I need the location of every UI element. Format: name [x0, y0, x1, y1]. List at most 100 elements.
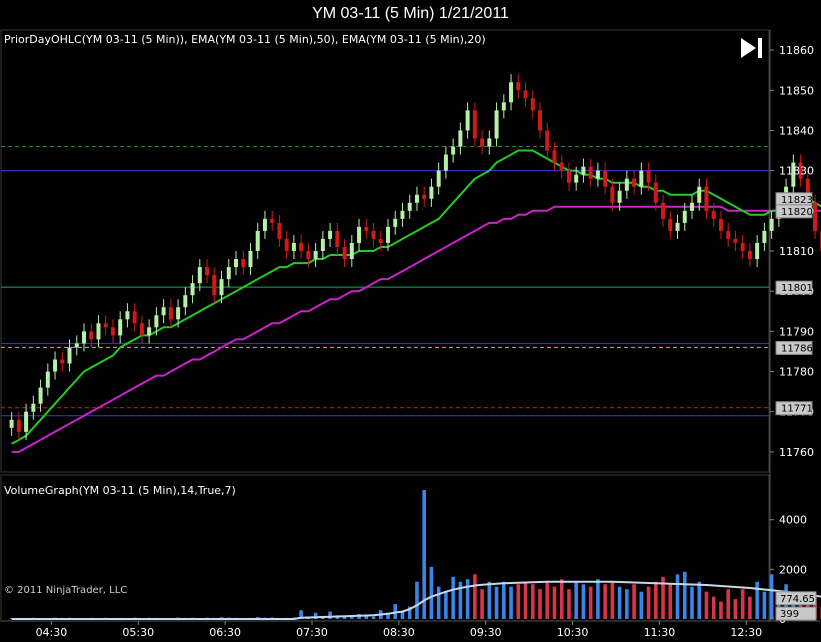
- candle-body: [755, 242, 760, 260]
- candle-body: [443, 154, 448, 171]
- volume-bar: [523, 581, 528, 619]
- volume-bar: [704, 591, 709, 619]
- candle-body: [472, 110, 477, 139]
- candle-body: [371, 230, 376, 239]
- volume-bar: [350, 617, 354, 619]
- candle-body: [299, 242, 304, 251]
- volume-bar: [748, 596, 752, 619]
- candle-body: [154, 315, 159, 328]
- candle-body: [255, 230, 260, 251]
- candle-body: [284, 238, 289, 251]
- candle-body: [530, 98, 535, 111]
- candle-body: [523, 90, 528, 99]
- volume-bar: [755, 581, 759, 619]
- volume-bar: [632, 584, 636, 619]
- candle-body: [711, 210, 716, 219]
- candle-body: [422, 194, 427, 199]
- candle-body: [306, 251, 311, 260]
- candle-body: [197, 267, 202, 284]
- time-tick-label: 12:30: [730, 626, 762, 639]
- candle-body: [291, 242, 296, 251]
- volume-bar: [740, 589, 745, 619]
- candle-body: [480, 138, 485, 147]
- volume-bar: [733, 599, 738, 619]
- candle-body: [103, 323, 108, 328]
- candle-body: [190, 283, 195, 296]
- candle-body: [168, 307, 173, 320]
- volume-bar: [690, 586, 694, 619]
- candle-body: [38, 387, 43, 404]
- chart-area[interactable]: PriorDayOHLC(YM 03-11 (5 Min)), EMA(YM 0…: [0, 28, 821, 642]
- price-tick-label: 11760: [779, 446, 814, 459]
- candle-body: [212, 275, 217, 296]
- volume-bar: [444, 591, 448, 619]
- candle-body: [60, 359, 65, 364]
- volume-bar: [682, 571, 687, 619]
- volume-bar: [429, 566, 434, 619]
- candle-body: [603, 170, 608, 187]
- candle-body: [632, 178, 637, 187]
- volume-bar: [473, 574, 477, 619]
- volume-bar: [588, 586, 593, 619]
- candle-body: [458, 130, 463, 147]
- candle-body: [335, 230, 340, 247]
- volume-bar: [769, 574, 774, 619]
- candle-body: [697, 186, 702, 203]
- candle-body: [610, 186, 615, 203]
- volume-bar: [762, 591, 767, 619]
- candle-body: [89, 331, 94, 340]
- candle-body: [494, 110, 499, 139]
- volume-bar: [625, 589, 629, 619]
- candle-body: [668, 218, 673, 231]
- candle-body: [364, 226, 369, 231]
- candle-body: [386, 226, 390, 243]
- price-tick-label: 11860: [779, 44, 814, 57]
- candle-body: [241, 259, 246, 268]
- volume-bar: [451, 576, 455, 619]
- candle-body: [328, 230, 333, 239]
- candle-body: [414, 194, 419, 203]
- candle-body: [67, 347, 72, 364]
- volume-bar: [719, 601, 723, 619]
- candle-body: [545, 130, 550, 151]
- time-tick-label: 04:30: [36, 626, 68, 639]
- candle-body: [277, 222, 282, 239]
- price-indicator-label: PriorDayOHLC(YM 03-11 (5 Min)), EMA(YM 0…: [4, 33, 486, 46]
- candle-body: [740, 242, 745, 251]
- candle-body: [82, 331, 86, 344]
- volume-bar: [726, 589, 730, 619]
- volume-bar: [415, 581, 419, 619]
- price-panel[interactable]: [0, 29, 770, 473]
- time-tick-label: 06:30: [209, 626, 241, 639]
- candle-body: [581, 166, 586, 175]
- candle-body: [248, 251, 253, 268]
- candle-body: [96, 323, 101, 340]
- candle-body: [262, 218, 267, 231]
- time-tick-label: 10:30: [557, 626, 589, 639]
- candle-body: [646, 170, 651, 183]
- volume-bar: [328, 611, 332, 619]
- volume-bar: [465, 579, 470, 619]
- volume-bar: [596, 579, 600, 619]
- price-tick-label: 11850: [779, 84, 814, 97]
- candle-body: [639, 170, 644, 187]
- volume-bar: [639, 591, 644, 619]
- volume-bar: [646, 586, 651, 619]
- candle-body: [538, 110, 542, 131]
- candle-body: [690, 202, 694, 211]
- candle-body: [74, 343, 79, 348]
- chart-title: YM 03-11 (5 Min) 1/21/2011: [312, 5, 509, 22]
- time-tick-label: 05:30: [122, 626, 154, 639]
- volume-flag-label: 399: [780, 609, 799, 620]
- candle-body: [16, 419, 21, 432]
- volume-bar: [487, 581, 492, 619]
- time-tick-label: 08:30: [383, 626, 415, 639]
- candle-body: [132, 311, 137, 324]
- candle-body: [487, 138, 492, 147]
- candle-body: [682, 210, 687, 223]
- price-flag-label: 11801: [781, 283, 813, 294]
- candle-body: [624, 178, 629, 191]
- price-tick-label: 11840: [779, 124, 814, 137]
- candle-body: [400, 210, 405, 219]
- volume-bar: [711, 596, 716, 619]
